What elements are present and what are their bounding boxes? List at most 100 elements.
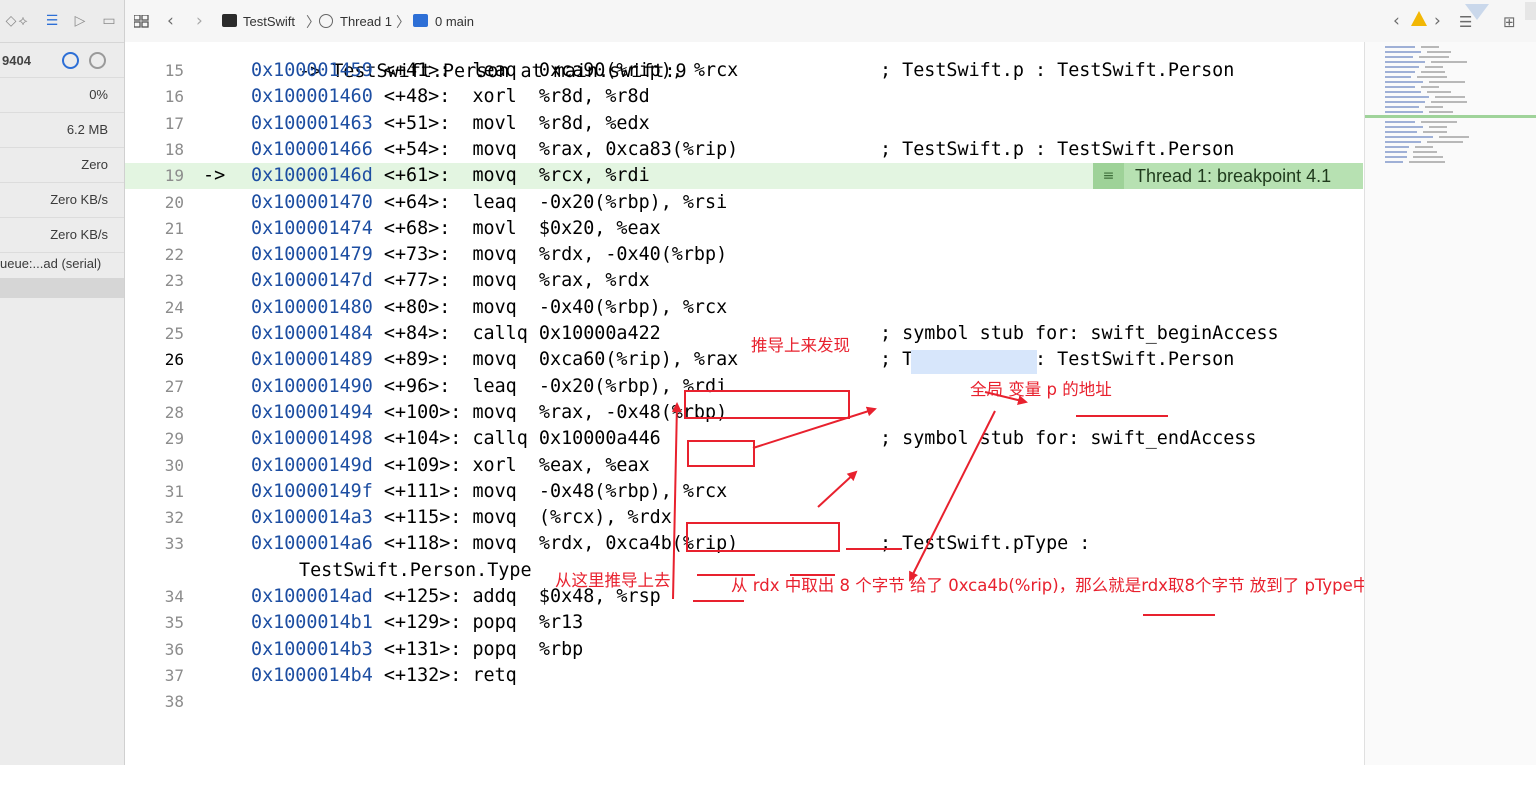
breakpoint-badge[interactable]: ≡ Thread 1: breakpoint 4.1	[1093, 163, 1363, 189]
instruction: 0x100001460 <+48>: xorl %r8d, %r8d	[251, 84, 650, 110]
minimap[interactable]	[1364, 42, 1536, 765]
cpu-row[interactable]: 0%	[0, 78, 124, 113]
instruction: 0x100001459 <+41>: leaq 0xca90(%rip), %r…	[251, 58, 738, 84]
terminal-icon	[222, 14, 237, 27]
issue-navigator-icon[interactable]: ⟡	[14, 12, 32, 30]
breadcrumb-project[interactable]: TestSwift	[243, 14, 295, 29]
code-line[interactable]: 28 0x100001494 <+100>: movq %rax, -0x48(%…	[125, 400, 1364, 426]
debug-navigator-icon[interactable]: ☰	[43, 12, 61, 30]
address: 0x10000149d	[251, 454, 373, 476]
code-line[interactable]: 25 0x100001484 <+84>: callq 0x10000a422 ; …	[125, 321, 1364, 347]
line-number: 25	[164, 324, 184, 343]
code-line[interactable]: 23 0x10000147d <+77>: movq %rax, %rdx	[125, 268, 1364, 294]
code-line[interactable]: 16 0x100001460 <+48>: xorl %r8d, %r8d	[125, 84, 1364, 110]
address: 0x1000014b4	[251, 664, 373, 686]
code-line[interactable]: 26 0x100001489 <+89>: movq 0xca60(%rip), …	[125, 347, 1364, 373]
code-area[interactable]: -> TestSwift.Person at main.swift:9 15 0x…	[125, 42, 1364, 765]
forward-arrow-icon[interactable]: ›	[196, 11, 203, 31]
breakpoint-tab-icon[interactable]: ▷	[71, 12, 89, 30]
code-line[interactable]: 24 0x100001480 <+80>: movq -0x40(%rbp), %…	[125, 295, 1364, 321]
instruction: 0x1000014b3 <+131>: popq %rbp	[251, 637, 583, 663]
adjust-editor-icon[interactable]: ☰	[1459, 13, 1472, 31]
code-line[interactable]: 38	[125, 689, 1364, 715]
report-navigator-icon[interactable]: ▭	[100, 12, 118, 30]
back-arrow-icon[interactable]: ‹	[167, 11, 174, 31]
selected-thread-row[interactable]	[0, 278, 124, 298]
offset: <+125>:	[383, 586, 462, 607]
breadcrumb-separator-icon: 〉	[396, 15, 410, 31]
line-number: 31	[164, 481, 184, 501]
gauge-icon[interactable]	[62, 52, 79, 69]
minimap-line	[1385, 91, 1421, 93]
disassembly-editor[interactable]: -> TestSwift.Person at main.swift:9 15 0x…	[125, 42, 1375, 765]
code-line[interactable]: 32 0x1000014a3 <+115>: movq (%rcx), %rdx	[125, 505, 1364, 531]
code-line[interactable]: 19 -> 0x10000146d <+61>: movq %rcx, %rdi	[125, 163, 1093, 190]
instruction: 0x10000149d <+109>: xorl %eax, %eax	[251, 453, 650, 479]
opcode: movq	[472, 480, 517, 502]
debug-navigator: ◇ ⟡ ☰ ▷ ▭ 9404 0% 6.2 MB Zero Zero KB/s …	[0, 0, 125, 765]
code-line[interactable]: 33 0x1000014a6 <+118>: movq %rdx, 0xca4b(…	[125, 531, 1364, 557]
offset: <+48>:	[383, 86, 462, 108]
code-line[interactable]: 20 0x100001470 <+64>: leaq -0x20(%rbp), %…	[125, 190, 1364, 216]
code-line[interactable]: 18 0x100001466 <+54>: movq %rax, 0xca83(%…	[125, 137, 1364, 163]
code-line[interactable]: 37 0x1000014b4 <+132>: retq	[125, 663, 1364, 689]
network-row[interactable]: Zero KB/s	[0, 218, 124, 253]
line-number: 21	[164, 218, 184, 238]
line-number: 33	[164, 534, 184, 554]
code-line[interactable]: 30 0x10000149d <+109>: xorl %eax, %eax	[125, 453, 1364, 479]
operands: %rbp	[538, 638, 584, 660]
memory-row[interactable]: 6.2 MB	[0, 113, 124, 148]
minimap-line	[1385, 111, 1423, 113]
minimap-line	[1425, 106, 1443, 108]
minimap-line	[1385, 126, 1423, 128]
minimap-line	[1385, 81, 1423, 83]
opcode: leaq	[472, 191, 517, 213]
note-explanation: 从 rdx 中取出 8 个字节 给了 0xca4b(%rip)，那么就是rdx取…	[731, 576, 1375, 595]
instruction: 0x100001466 <+54>: movq %rax, 0xca83(%ri…	[251, 137, 738, 163]
instruction: TestSwift.Person.Type	[299, 558, 532, 584]
address: 0x1000014ad	[251, 586, 373, 607]
code-line[interactable]: 15 0x100001459 <+41>: leaq 0xca90(%rip), …	[125, 58, 1364, 84]
line-number: 17	[164, 113, 184, 133]
process-row[interactable]: 9404	[0, 43, 124, 78]
disk-value: Zero KB/s	[50, 192, 108, 207]
minimap-line	[1435, 96, 1465, 98]
code-line[interactable]: 35 0x1000014b1 <+129>: popq %r13	[125, 610, 1364, 636]
operands: -0x20(%rbp), %rdi	[538, 375, 728, 397]
breadcrumb-separator-icon: 〉	[306, 15, 320, 31]
breadcrumb-thread[interactable]: Thread 1	[340, 14, 392, 29]
opcode: movq	[472, 244, 517, 266]
breakpoint-menu-icon[interactable]: ≡	[1093, 163, 1124, 189]
address: 0x1000014b3	[251, 638, 373, 660]
code-line[interactable]: 36 0x1000014b3 <+131>: popq %rbp	[125, 637, 1364, 663]
operands: %r8d, %r8d	[538, 86, 650, 108]
code-line[interactable]: 27 0x100001490 <+96>: leaq -0x20(%rbp), %…	[125, 374, 1364, 400]
pc-arrow-icon: ->	[203, 165, 226, 187]
add-editor-icon[interactable]: ⊞	[1503, 13, 1516, 31]
breadcrumb-frame[interactable]: 0 main	[435, 14, 474, 29]
instruction: 0x100001479 <+73>: movq %rdx, -0x40(%rbp…	[251, 242, 727, 268]
next-issue-icon[interactable]: ›	[1434, 11, 1441, 31]
grid-icon[interactable]	[134, 15, 149, 28]
code-line[interactable]: 29 0x100001498 <+104>: callq 0x10000a446;…	[125, 426, 1364, 452]
note-derived-found: 推导上来发现	[751, 336, 850, 355]
offset: <+96>:	[383, 375, 462, 397]
instruction: 0x100001490 <+96>: leaq -0x20(%rbp), %rd…	[251, 374, 727, 400]
operands: 0xca90(%rip), %rcx	[538, 60, 739, 81]
code-line[interactable]: 17 0x100001463 <+51>: movl %r8d, %edx	[125, 111, 1364, 137]
line-number: 26	[164, 350, 184, 370]
minimap-line	[1385, 51, 1421, 53]
address: 0x100001480	[251, 296, 373, 318]
energy-row[interactable]: Zero	[0, 148, 124, 183]
code-line[interactable]: 21 0x100001474 <+68>: movl $0x20, %eax	[125, 216, 1364, 242]
previous-issue-icon[interactable]: ‹	[1393, 11, 1400, 31]
frame-icon	[413, 14, 428, 27]
code-line[interactable]: 31 0x10000149f <+111>: movq -0x48(%rbp), …	[125, 479, 1364, 505]
warning-icon[interactable]	[1411, 11, 1427, 26]
line-number: 16	[164, 87, 184, 107]
disk-row[interactable]: Zero KB/s	[0, 183, 124, 218]
minimap-line	[1385, 146, 1409, 148]
code-line[interactable]: 22 0x100001479 <+73>: movq %rdx, -0x40(%r…	[125, 242, 1364, 268]
operands: 0x10000a446	[538, 428, 661, 450]
threads-icon[interactable]	[89, 52, 106, 69]
